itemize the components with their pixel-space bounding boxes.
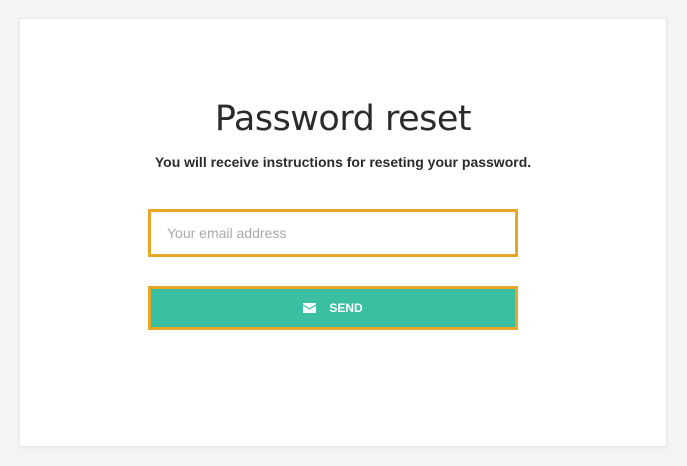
page-title: Password reset — [214, 99, 472, 139]
envelope-icon — [303, 302, 317, 313]
send-button-wrapper: SEND — [148, 286, 518, 330]
send-button-label: SEND — [329, 301, 363, 315]
send-button[interactable]: SEND — [151, 289, 515, 327]
email-field-wrapper — [148, 209, 518, 257]
password-reset-card: Password reset You will receive instruct… — [19, 18, 667, 447]
email-input[interactable] — [151, 212, 515, 254]
page-subtitle: You will receive instructions for reseti… — [154, 154, 532, 170]
